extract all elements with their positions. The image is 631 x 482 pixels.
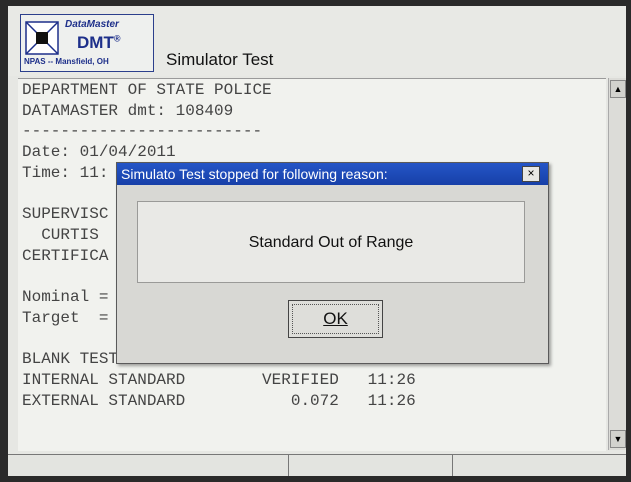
scroll-down-icon[interactable]: ▼	[610, 430, 626, 448]
report-line: Time: 11:	[22, 163, 109, 182]
status-cell-divider	[452, 455, 453, 476]
report-line: CURTIS	[22, 225, 99, 244]
window-title: Simulator Test	[166, 50, 274, 69]
ok-button[interactable]: OK	[288, 300, 383, 338]
report-line: EXTERNAL STANDARD 0.072 11:26	[22, 391, 416, 410]
report-line: -------------------------	[22, 122, 263, 141]
close-icon[interactable]: ×	[522, 166, 540, 182]
vertical-scrollbar[interactable]: ▲ ▼	[608, 78, 626, 450]
report-line: Date: 01/04/2011	[22, 143, 176, 162]
dialog-title: Simulato Test stopped for following reas…	[121, 166, 388, 182]
logo-brand-datamaster: DataMaster	[65, 19, 119, 30]
dialog-message: Standard Out of Range	[248, 234, 414, 251]
dialog-title-bar: Simulato Test stopped for following reas…	[117, 163, 548, 185]
report-line: CERTIFICA	[22, 246, 109, 265]
logo-location: NPAS -- Mansfield, OH	[24, 57, 109, 66]
report-line: Nominal =	[22, 288, 109, 306]
datamaster-logo: DataMaster DMT® NPAS -- Mansfield, OH	[20, 14, 154, 72]
report-line: INTERNAL STANDARD VERIFIED 11:26	[22, 370, 416, 389]
datamaster-screen: DataMaster DMT® NPAS -- Mansfield, OH Si…	[8, 6, 626, 476]
report-line: Target =	[22, 308, 109, 327]
status-cell-divider	[288, 455, 289, 476]
status-bar	[8, 454, 626, 476]
datamaster-logo-mark-icon	[25, 21, 59, 55]
app-header: DataMaster DMT® NPAS -- Mansfield, OH Si…	[8, 6, 626, 76]
error-dialog: Simulato Test stopped for following reas…	[116, 162, 549, 364]
scroll-up-icon[interactable]: ▲	[610, 80, 626, 98]
report-line: DATAMASTER dmt: 108409	[22, 101, 234, 120]
dialog-message-box: Standard Out of Range	[137, 201, 525, 283]
report-line: DEPARTMENT OF STATE POLICE	[22, 81, 272, 99]
ok-button-label: OK	[292, 304, 379, 334]
logo-brand-dmt: DMT®	[77, 33, 121, 52]
report-line: SUPERVISC	[22, 205, 109, 224]
